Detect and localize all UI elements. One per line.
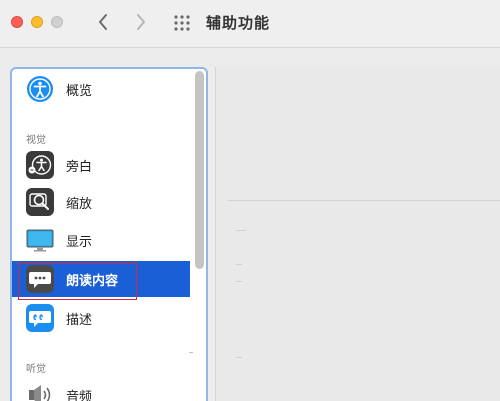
sidebar-item-overview[interactable]: 概览: [12, 71, 192, 107]
sidebar-item-voiceover[interactable]: 旁白: [12, 147, 192, 183]
sidebar-item-label: 显示: [66, 235, 93, 250]
placeholder-line: [236, 264, 242, 265]
grid-icon: [174, 15, 190, 31]
sidebar-scrollbar[interactable]: [195, 71, 204, 269]
section-header-vision: 视觉: [26, 135, 46, 146]
zoom-icon: [26, 188, 54, 216]
description-bubble-icon: [26, 304, 54, 332]
voiceover-icon: [26, 151, 54, 179]
sidebar: 概览 视觉 旁白 缩放 显示 朗读内容 描述 听觉 音频: [10, 67, 208, 401]
show-all-button[interactable]: [173, 14, 191, 32]
forward-button[interactable]: [131, 10, 151, 34]
accessibility-icon: [27, 76, 53, 102]
window-title: 辅助功能: [206, 14, 271, 32]
sidebar-item-label: 概览: [66, 84, 93, 99]
sidebar-item-audio[interactable]: 音频: [12, 377, 192, 401]
placeholder-line: [236, 357, 242, 358]
sidebar-item-label: 音频: [66, 390, 93, 401]
speaker-icon: [29, 385, 51, 401]
content-divider: [228, 200, 500, 201]
sidebar-item-label: 旁白: [66, 160, 93, 175]
scroll-marker: [189, 352, 193, 353]
section-header-hearing: 听觉: [26, 364, 46, 375]
sidebar-item-label: 缩放: [66, 197, 93, 212]
chevron-right-icon: [137, 14, 145, 30]
sidebar-item-spoken-content[interactable]: 朗读内容: [12, 261, 190, 297]
back-button[interactable]: [93, 10, 113, 34]
sidebar-item-label: 描述: [66, 313, 93, 328]
speech-bubble-icon: [26, 265, 54, 293]
placeholder-line: [236, 230, 246, 231]
close-window-button[interactable]: [11, 16, 23, 28]
chevron-left-icon: [99, 14, 107, 30]
sidebar-item-zoom[interactable]: 缩放: [12, 184, 192, 220]
title-bar: 辅助功能: [0, 0, 500, 48]
sidebar-item-label: 朗读内容: [66, 274, 119, 289]
placeholder-line: [236, 281, 242, 282]
zoom-window-button[interactable]: [51, 16, 63, 28]
sidebar-item-display[interactable]: 显示: [12, 222, 192, 258]
minimize-window-button[interactable]: [31, 16, 43, 28]
sidebar-item-descriptions[interactable]: 描述: [12, 300, 192, 336]
display-icon: [26, 229, 54, 252]
content-pane: [215, 67, 500, 401]
